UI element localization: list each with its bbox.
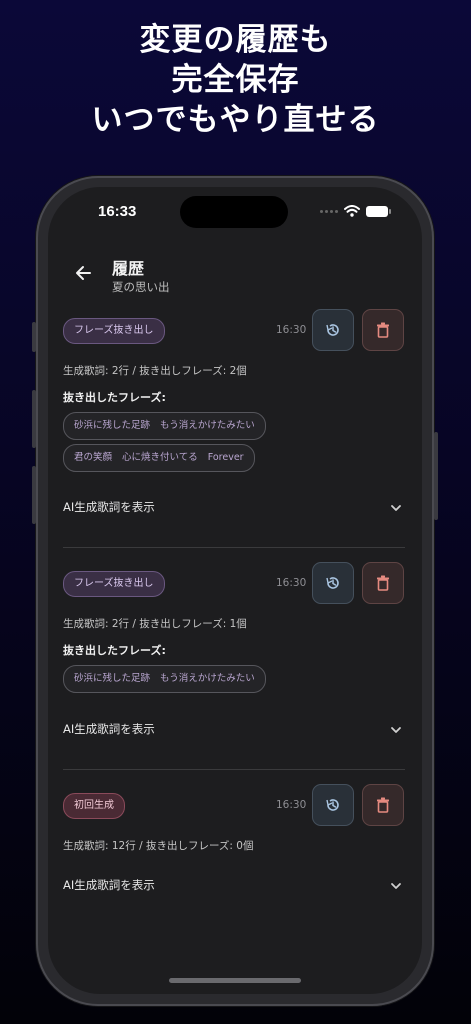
trash-icon	[377, 575, 389, 591]
home-indicator[interactable]	[169, 978, 301, 983]
page-subtitle: 夏の思い出	[112, 280, 170, 294]
ai-lyrics-toggle[interactable]: AI生成歌詞を表示	[63, 499, 403, 519]
phrase-word: 砂浜に残した足跡	[74, 420, 151, 431]
signal-icon	[320, 209, 338, 213]
ai-lyrics-toggle-label: AI生成歌詞を表示	[63, 878, 155, 892]
volume-down-button	[32, 466, 36, 524]
ai-lyrics-toggle-label: AI生成歌詞を表示	[63, 500, 155, 514]
entry-stats: 生成歌詞: 2行 / 抜き出しフレーズ: 2個	[63, 365, 247, 377]
header: 履歴 夏の思い出	[48, 249, 422, 299]
battery-icon	[366, 205, 391, 217]
ai-lyrics-toggle[interactable]: AI生成歌詞を表示	[63, 721, 403, 741]
power-button	[434, 432, 438, 520]
entry-stats: 生成歌詞: 2行 / 抜き出しフレーズ: 1個	[63, 618, 247, 630]
divider	[63, 769, 405, 770]
phrase-chip[interactable]: 君の笑顔 心に焼き付いてる Forever	[63, 444, 255, 472]
trash-icon	[377, 322, 389, 338]
chevron-down-icon	[391, 883, 401, 889]
delete-button[interactable]	[362, 309, 404, 351]
ai-lyrics-toggle[interactable]: AI生成歌詞を表示	[63, 877, 403, 897]
divider	[63, 547, 405, 548]
entry-type-badge: フレーズ抜き出し	[63, 318, 165, 344]
history-restore-icon	[326, 324, 339, 336]
app-screen: 16:33 履歴 夏の思い出 フレーズ抜き出し 16:30 生成歌詞: 2行 /…	[48, 187, 422, 994]
promo-line-2: 完全保存	[171, 62, 300, 98]
trash-icon	[377, 797, 389, 813]
phrase-word: 心に焼き付いてる	[122, 452, 198, 463]
entry-type-badge: フレーズ抜き出し	[63, 571, 165, 597]
entry-time: 16:30	[276, 324, 307, 336]
restore-button[interactable]	[312, 784, 354, 826]
status-time: 16:33	[98, 203, 137, 220]
phrase-word: 砂浜に残した足跡	[74, 673, 151, 684]
wifi-icon	[344, 205, 360, 217]
page-title: 履歴	[112, 259, 145, 278]
promo-headline: 変更の履歴も 完全保存 いつでもやり直せる	[0, 20, 471, 140]
entry-time: 16:30	[276, 799, 307, 811]
phrase-word: もう消えかけたみたい	[160, 420, 255, 431]
promo-line-3: いつでもやり直せる	[91, 102, 380, 138]
arrow-left-icon[interactable]	[74, 263, 94, 283]
chevron-down-icon	[391, 727, 401, 733]
phrase-chip[interactable]: 砂浜に残した足跡 もう消えかけたみたい	[63, 665, 266, 693]
delete-button[interactable]	[362, 562, 404, 604]
entry-time: 16:30	[276, 577, 307, 589]
entry-type-badge: 初回生成	[63, 793, 125, 819]
phrase-chip[interactable]: 砂浜に残した足跡 もう消えかけたみたい	[63, 412, 266, 440]
entry-stats: 生成歌詞: 12行 / 抜き出しフレーズ: 0個	[63, 840, 254, 852]
restore-button[interactable]	[312, 309, 354, 351]
promo-line-1: 変更の履歴も	[139, 22, 332, 58]
dynamic-island	[180, 196, 288, 228]
chevron-down-icon	[391, 505, 401, 511]
history-restore-icon	[326, 577, 339, 589]
phrases-label: 抜き出したフレーズ:	[63, 644, 166, 657]
ai-lyrics-toggle-label: AI生成歌詞を表示	[63, 722, 155, 736]
phrase-word: 君の笑顔	[74, 452, 113, 463]
delete-button[interactable]	[362, 784, 404, 826]
phrases-label: 抜き出したフレーズ:	[63, 391, 166, 404]
mute-switch	[32, 322, 36, 352]
phrase-word: もう消えかけたみたい	[160, 673, 255, 684]
history-restore-icon	[326, 799, 339, 811]
volume-up-button	[32, 390, 36, 448]
restore-button[interactable]	[312, 562, 354, 604]
status-icons	[320, 205, 391, 217]
phrase-word: Forever	[207, 452, 244, 463]
